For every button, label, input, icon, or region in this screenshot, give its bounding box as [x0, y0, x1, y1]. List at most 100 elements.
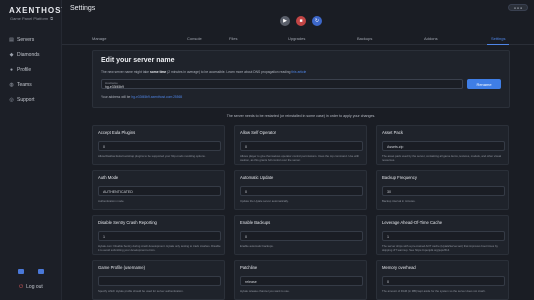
- setting-description: Allows player to give themselves operato…: [240, 154, 360, 162]
- restart-icon: ↻: [314, 18, 320, 24]
- setting-description: Hytale release channel you want to use.: [240, 289, 290, 293]
- tab-addons[interactable]: Addons: [424, 36, 438, 41]
- setting-title: Enable Backups: [240, 220, 271, 225]
- setting-description: The asset pack used by the server, conta…: [382, 154, 502, 162]
- setting-card: Memory overhead 0 The amount of RAM (in MB…: [376, 260, 509, 300]
- sidebar-item-support[interactable]: ◎ Support: [6, 92, 58, 107]
- setting-description: Update the Hytale server automatically.: [240, 199, 289, 203]
- setting-title: Game Profile (username): [98, 265, 146, 270]
- rename-button[interactable]: Rename: [467, 79, 501, 89]
- setting-title: Asset Pack: [382, 130, 403, 135]
- desc-bold: some time: [149, 70, 167, 74]
- server-name-heading: Edit your server name: [101, 57, 175, 64]
- setting-input[interactable]: 1: [98, 231, 221, 241]
- setting-card: Game Profile (username) Specify which Hyt…: [92, 260, 225, 300]
- setting-title: Patchline: [240, 265, 258, 270]
- sidebar-item-servers[interactable]: ▤ Servers: [6, 32, 58, 47]
- brand-subtitle: Game Panel Platform ⧉: [10, 16, 53, 21]
- setting-card: Leverage Ahead-Of-Time Cache 1 The server …: [376, 215, 509, 255]
- teams-icon: ◍: [9, 81, 14, 88]
- chat-icon[interactable]: [38, 269, 44, 274]
- external-link-icon[interactable]: ⧉: [50, 16, 53, 21]
- discord-icon[interactable]: [18, 269, 24, 274]
- setting-card: Disable Sentry Crash Reporting 1 Hytale.co…: [92, 215, 225, 255]
- start-server-button[interactable]: ▶: [280, 16, 290, 26]
- server-address: Your address will be hg-e33f45b9.axentho…: [101, 95, 182, 99]
- setting-card: Backup Frequency 30 Backup interval in min…: [376, 170, 509, 210]
- server-name-card: Edit your server name The new server nam…: [92, 50, 510, 108]
- brand-subtitle-text: Game Panel Platform: [10, 16, 49, 21]
- support-icon: ◎: [9, 96, 14, 103]
- user-menu[interactable]: ● ● ●: [508, 4, 528, 11]
- setting-description: Enable automatic backups.: [240, 244, 274, 248]
- tab-files[interactable]: Files: [229, 36, 237, 41]
- setting-input[interactable]: Assets.zip: [382, 141, 505, 151]
- restart-server-button[interactable]: ↻: [312, 16, 322, 26]
- logout-button[interactable]: ⏻ Log out: [0, 284, 62, 290]
- setting-card: Patchline release Hytale release channel y…: [234, 260, 367, 300]
- setting-card: Automatic Update 0 Update the Hytale serve…: [234, 170, 367, 210]
- hostname-input[interactable]: Hostname hg-e33f45b9: [101, 79, 463, 89]
- sidebar-item-diamonds[interactable]: ◆ Diamonds: [6, 47, 58, 62]
- desc-prefix: The new server name might take: [101, 70, 150, 74]
- logout-icon: ⏻: [19, 284, 24, 290]
- setting-card: Allow Self Operator 0 Allows player to giv…: [234, 125, 367, 165]
- social-links: [0, 269, 62, 274]
- sidebar-item-profile[interactable]: ● Profile: [6, 62, 58, 77]
- sidebar-item-label: Profile: [17, 66, 32, 73]
- stop-icon: ■: [299, 18, 303, 24]
- setting-input[interactable]: 30: [382, 186, 505, 196]
- setting-title: Allow Self Operator: [240, 130, 277, 135]
- tab-console[interactable]: Console: [187, 36, 202, 41]
- setting-description: Authentication mode.: [98, 199, 125, 203]
- dns-article-link[interactable]: this article: [291, 70, 306, 74]
- server-name-description: The new server name might take some time…: [101, 70, 306, 74]
- sidebar-item-label: Support: [17, 96, 35, 103]
- address-prefix: Your address will be: [101, 95, 132, 99]
- sidebar-nav: ▤ Servers ◆ Diamonds ● Profile ◍ Teams ◎ Supp…: [6, 32, 58, 107]
- setting-description: The server ships with a pre-trained AOT …: [382, 244, 498, 252]
- sidebar-item-label: Diamonds: [17, 51, 40, 58]
- tab-backups[interactable]: Backups: [357, 36, 372, 41]
- sidebar-item-label: Servers: [17, 36, 35, 43]
- sidebar-footer: ⏻ Log out: [0, 269, 62, 290]
- setting-description: Specify which Hytale profile should be u…: [98, 289, 184, 293]
- setting-input[interactable]: 0: [98, 141, 221, 151]
- setting-description: Hytale.com: Disable Sentry during crash …: [98, 244, 221, 252]
- stop-server-button[interactable]: ■: [296, 16, 306, 26]
- setting-input[interactable]: 0: [240, 231, 363, 241]
- setting-title: Backup Frequency: [382, 175, 417, 180]
- setting-input[interactable]: release: [240, 276, 363, 286]
- setting-input[interactable]: 0: [240, 141, 363, 151]
- desc-suffix: (2 minutes in average) to be accessible.…: [166, 70, 292, 74]
- setting-input[interactable]: 1: [382, 231, 505, 241]
- tab-manage[interactable]: Manage: [92, 36, 106, 41]
- setting-card: Enable Backups 0 Enable automatic backups.: [234, 215, 367, 255]
- play-icon: ▶: [283, 18, 287, 24]
- setting-title: Auth Mode: [98, 175, 119, 180]
- profile-icon: ●: [9, 66, 14, 73]
- servers-icon: ▤: [9, 36, 14, 43]
- brand-logo[interactable]: AXENTHOST: [9, 6, 67, 15]
- hostname-value: hg-e33f45b9: [105, 85, 125, 89]
- setting-input[interactable]: [98, 276, 221, 286]
- setting-title: Accept Eula Plugins: [98, 130, 136, 135]
- restart-notice: The server needs to be restarted (or rei…: [226, 114, 376, 118]
- setting-select[interactable]: AUTHENTICATED: [98, 186, 221, 196]
- setting-card: Auth Mode AUTHENTICATED Authentication mod…: [92, 170, 225, 210]
- page-title: Settings: [70, 5, 96, 12]
- setting-title: Memory overhead: [382, 265, 416, 270]
- setting-description: Allow/disallow Eula bootstrap plugins to…: [98, 154, 206, 158]
- diamond-icon: ◆: [9, 51, 14, 58]
- tab-upgrades[interactable]: Upgrades: [288, 36, 305, 41]
- setting-description: The amount of RAM (in MB) kept aside for…: [382, 289, 486, 293]
- setting-title: Automatic Update: [240, 175, 274, 180]
- tab-settings[interactable]: Settings: [486, 36, 511, 45]
- logout-label: Log out: [26, 284, 43, 290]
- setting-card: Asset Pack Assets.zip The asset pack used …: [376, 125, 509, 165]
- setting-input[interactable]: 0: [382, 276, 505, 286]
- sidebar-item-label: Teams: [17, 81, 32, 88]
- sidebar-item-teams[interactable]: ◍ Teams: [6, 77, 58, 92]
- server-address-link[interactable]: hg-e33f45b9.axenthost.com:25565: [131, 95, 182, 99]
- setting-input[interactable]: 0: [240, 186, 363, 196]
